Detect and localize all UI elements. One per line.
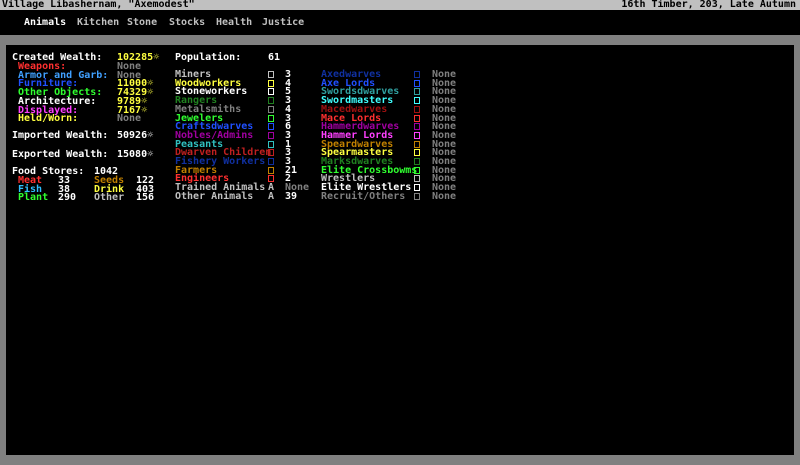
profession-count: 39 (285, 191, 298, 202)
tab-justice[interactable]: Justice (262, 18, 304, 28)
imported-wealth-value: 50926☼ (117, 130, 154, 141)
frame-border-top (0, 35, 800, 45)
title-bar: Village Libashernam, "Axemodest" 16th Ti… (0, 0, 800, 10)
tab-health[interactable]: Health (216, 18, 252, 28)
food-item-value: 156 (136, 192, 155, 203)
food-item-label: Plant (18, 192, 49, 203)
food-item-label: Other (94, 192, 125, 203)
tab-stocks[interactable]: Stocks (169, 18, 205, 28)
exported-wealth-value: 15080☼ (117, 149, 154, 160)
tab-animals[interactable]: Animals (24, 18, 66, 28)
tab-kitchen[interactable]: Kitchen (77, 18, 119, 28)
frame-border-bottom (0, 455, 800, 465)
frame-border-right (794, 35, 800, 465)
wealth-item-label: Held/Worn: (18, 113, 79, 124)
village-title: Village Libashernam, "Axemodest" (2, 0, 195, 10)
tab-stone[interactable]: Stone (127, 18, 157, 28)
food-item-value: 290 (58, 192, 77, 203)
wealth-item-value: None (117, 113, 142, 124)
population-value: 61 (268, 52, 281, 63)
military-icon (414, 192, 420, 202)
exported-wealth-label: Exported Wealth: (12, 149, 109, 160)
military-label: Recruit/Others (321, 191, 406, 202)
imported-wealth-label: Imported Wealth: (12, 130, 109, 141)
military-count: None (432, 191, 457, 202)
profession-label: Other Animals (175, 191, 254, 202)
animal-glyph: A (268, 191, 275, 202)
frame-border-left (0, 35, 6, 465)
population-label: Population: (175, 52, 242, 63)
game-date: 16th Timber, 203, Late Autumn (621, 0, 796, 10)
